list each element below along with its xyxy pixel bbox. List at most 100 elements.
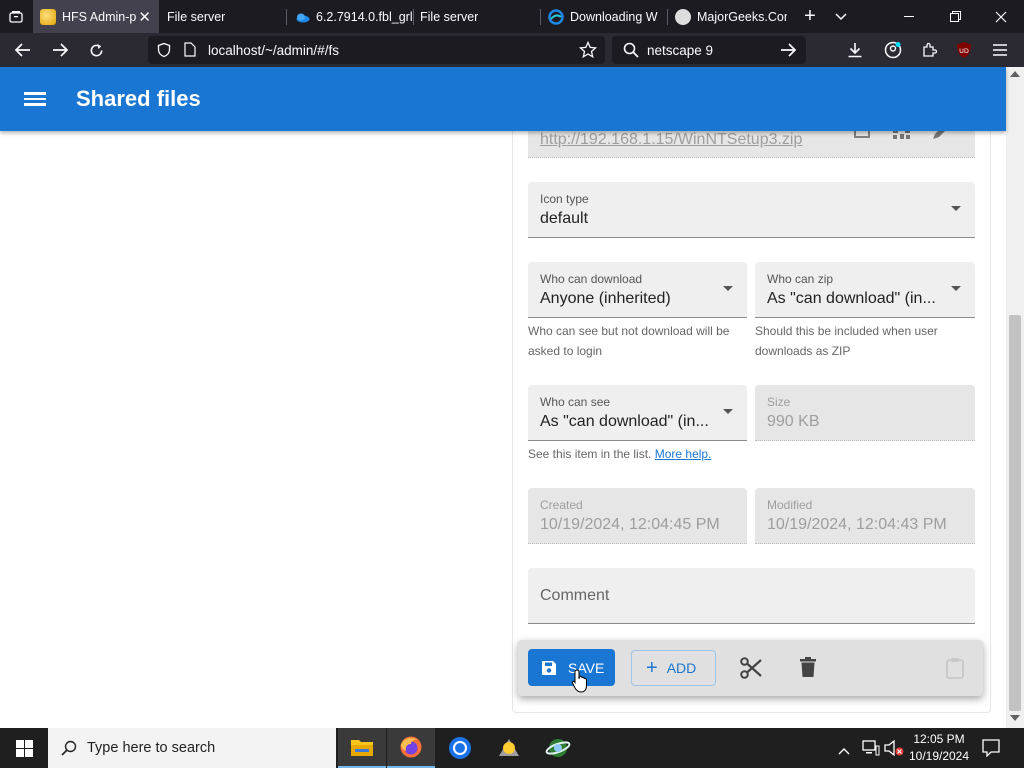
browser-tab-onedrive[interactable]: 6.2.7914.0.fbl_grl — [287, 0, 413, 33]
majorgeeks-icon — [675, 8, 691, 25]
who-can-download-label: Who can download — [540, 272, 643, 286]
comment-placeholder[interactable]: Comment — [540, 587, 609, 605]
dropdown-caret-icon[interactable] — [723, 409, 733, 414]
size-label: Size — [767, 395, 791, 409]
extension-badge-text: UD — [959, 47, 969, 55]
modified-field: Modified 10/19/2024, 12:04:43 PM — [755, 488, 975, 544]
close-tab-icon[interactable]: ✕ — [138, 8, 151, 26]
tab-title: File server — [167, 9, 226, 24]
add-label[interactable]: ADD — [667, 660, 697, 676]
save-disk-icon — [541, 660, 557, 676]
browser-tab-file-server[interactable]: File server — [160, 0, 286, 33]
minimize-window-button[interactable] — [886, 0, 932, 33]
more-help-link[interactable]: More help. — [655, 447, 712, 461]
page-title: Shared files — [76, 86, 201, 111]
search-icon — [61, 740, 77, 756]
show-hidden-icons-chevron[interactable] — [838, 742, 850, 760]
scrollbar-thumb[interactable] — [1009, 315, 1021, 711]
browser-tab-downloading[interactable]: Downloading W — [541, 0, 667, 33]
menu-icon[interactable] — [24, 89, 46, 109]
search-bar[interactable]: netscape 9 — [612, 36, 806, 64]
tab-title: Downloading W — [570, 9, 658, 24]
dropdown-caret-icon[interactable] — [951, 286, 961, 291]
dropdown-caret-icon[interactable] — [951, 206, 961, 211]
network-icon[interactable] — [862, 740, 880, 761]
scroll-down-arrow-icon[interactable] — [1010, 715, 1020, 721]
ublock-origin-icon[interactable]: UD — [947, 33, 981, 67]
clock-date: 10/19/2024 — [908, 749, 970, 763]
who-can-zip-select[interactable]: Who can zip As "can download" (in... — [755, 262, 975, 318]
edge-icon — [548, 8, 564, 25]
restore-window-button[interactable] — [932, 0, 978, 33]
search-go-arrow-icon[interactable] — [780, 43, 797, 57]
browser-tab-file-server-2[interactable]: File server — [414, 0, 540, 33]
taskbar-search-input[interactable]: Type here to search — [48, 728, 336, 768]
onedrive-icon — [294, 9, 310, 25]
url-text[interactable]: localhost/~/admin/#/fs — [208, 43, 339, 58]
who-can-download-value[interactable]: Anyone (inherited) — [540, 290, 671, 308]
file-url-value[interactable]: http://192.168.1.15/WinNTSetup3.zip — [540, 131, 802, 149]
tab-title: MajorGeeks.Com — [697, 9, 787, 24]
browser-tab-bar: HFS Admin-p ✕ File server 6.2.7914.0.fbl… — [0, 0, 1024, 33]
browser-nav-bar: localhost/~/admin/#/fs netscape 9 UD — [0, 33, 1024, 67]
clock[interactable]: 12:05 PM 10/19/2024 — [906, 731, 972, 765]
hamburger-menu-icon[interactable] — [983, 33, 1017, 67]
who-can-see-label: Who can see — [540, 395, 611, 409]
who-can-see-help-text: See this item in the list. — [528, 447, 652, 461]
reload-icon[interactable] — [79, 33, 113, 67]
hfs-app-icon[interactable] — [485, 728, 533, 768]
tab-title: 6.2.7914.0.fbl_grl — [316, 9, 412, 24]
scroll-up-arrow-icon[interactable] — [1010, 71, 1020, 77]
icon-type-label: Icon type — [540, 192, 589, 206]
add-button[interactable]: + ADD — [631, 650, 716, 686]
browser-tab-majorgeeks[interactable]: MajorGeeks.Com — [668, 0, 792, 33]
close-window-button[interactable] — [978, 0, 1024, 33]
taskbar-search-placeholder[interactable]: Type here to search — [87, 740, 215, 756]
app-header: Shared files — [0, 67, 1006, 131]
icon-type-value[interactable]: default — [540, 210, 588, 228]
who-can-see-select[interactable]: Who can see As "can download" (in... — [528, 385, 747, 441]
file-explorer-icon[interactable] — [338, 728, 386, 768]
who-can-zip-value[interactable]: As "can download" (in... — [767, 290, 936, 308]
size-field: Size 990 KB — [755, 385, 975, 441]
network-globe-app-icon[interactable] — [534, 728, 582, 768]
search-icon — [623, 42, 639, 58]
tab-overview-icon[interactable] — [0, 0, 32, 33]
delete-trash-icon[interactable] — [800, 657, 816, 682]
search-text[interactable]: netscape 9 — [647, 43, 713, 58]
created-label: Created — [540, 498, 583, 512]
who-can-see-value[interactable]: As "can download" (in... — [540, 413, 709, 431]
comment-input[interactable]: Comment — [528, 568, 975, 624]
paste-clipboard-icon — [946, 657, 964, 684]
file-url-field[interactable]: http://192.168.1.15/WinNTSetup3.zip — [528, 124, 975, 158]
icon-type-select[interactable]: Icon type default — [528, 182, 975, 238]
firefox-icon[interactable] — [387, 728, 435, 768]
cut-scissors-icon[interactable] — [740, 657, 762, 684]
tab-title: HFS Admin-p — [62, 9, 137, 24]
extensions-puzzle-icon[interactable] — [912, 33, 946, 67]
volume-muted-icon[interactable] — [884, 739, 904, 761]
bookmark-star-icon[interactable] — [578, 40, 598, 59]
browser-tab-hfs-admin[interactable]: HFS Admin-p ✕ — [33, 0, 159, 33]
list-tabs-chevron-icon[interactable] — [828, 0, 854, 33]
who-can-zip-help: Should this be included when user downlo… — [755, 324, 938, 358]
new-tab-button[interactable]: + — [797, 0, 823, 33]
clock-time: 12:05 PM — [913, 732, 965, 746]
page-icon[interactable] — [184, 42, 198, 58]
forward-arrow-icon[interactable] — [43, 33, 77, 67]
chrome-icon[interactable] — [436, 728, 484, 768]
back-arrow-icon[interactable] — [6, 33, 40, 67]
who-can-download-select[interactable]: Who can download Anyone (inherited) — [528, 262, 747, 318]
modified-label: Modified — [767, 498, 813, 512]
who-can-see-help: See this item in the list. More help. — [528, 444, 758, 464]
who-can-download-help: Who can see but not download will be ask… — [528, 324, 730, 358]
notification-center-icon[interactable] — [982, 739, 1000, 762]
windows-start-icon[interactable] — [0, 728, 48, 768]
dropdown-caret-icon[interactable] — [723, 286, 733, 291]
shield-icon[interactable] — [156, 42, 172, 58]
url-bar[interactable]: localhost/~/admin/#/fs — [148, 36, 605, 64]
account-icon[interactable] — [876, 33, 910, 67]
page-scrollbar[interactable] — [1006, 67, 1024, 728]
created-value: 10/19/2024, 12:04:45 PM — [540, 516, 720, 533]
downloads-icon[interactable] — [838, 33, 872, 67]
